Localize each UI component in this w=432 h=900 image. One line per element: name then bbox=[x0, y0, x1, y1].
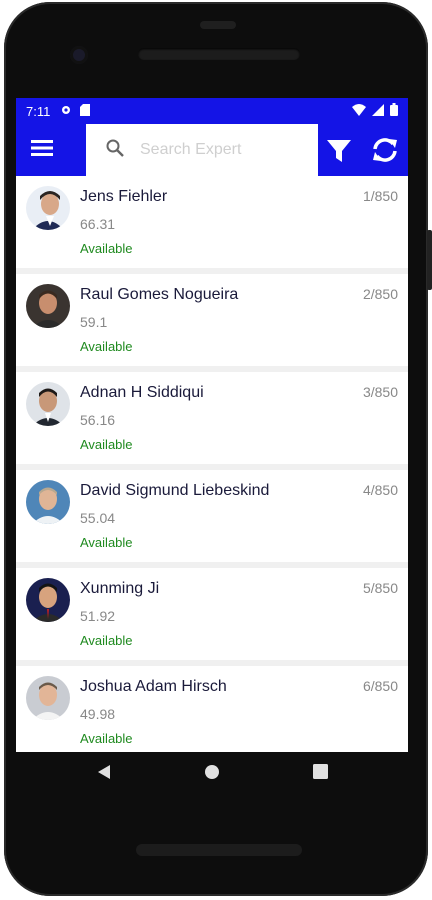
settings-gear-icon bbox=[60, 104, 72, 119]
expert-avatar bbox=[26, 186, 70, 230]
expert-rank: 3/850 bbox=[362, 384, 398, 400]
expert-status: Available bbox=[80, 731, 133, 746]
expert-avatar bbox=[26, 676, 70, 720]
refresh-button[interactable] bbox=[370, 135, 400, 165]
expert-score: 49.98 bbox=[80, 706, 116, 722]
expert-score: 66.31 bbox=[80, 216, 116, 232]
expert-avatar bbox=[26, 382, 70, 426]
expert-score: 55.04 bbox=[80, 510, 116, 526]
cell-signal-icon bbox=[372, 103, 384, 119]
status-time: 7:11 bbox=[26, 103, 51, 119]
recents-icon bbox=[312, 764, 328, 784]
expert-rank: 6/850 bbox=[362, 678, 398, 694]
expert-score: 56.16 bbox=[80, 412, 116, 428]
expert-name: Xunming Ji bbox=[80, 580, 160, 597]
expert-status: Available bbox=[80, 535, 133, 550]
expert-name: Joshua Adam Hirsch bbox=[80, 678, 227, 695]
expert-avatar bbox=[26, 578, 70, 622]
expert-name: Jens Fiehler bbox=[80, 188, 168, 205]
front-camera bbox=[70, 46, 88, 64]
expert-name: David Sigmund Liebeskind bbox=[80, 482, 270, 499]
expert-rank: 5/850 bbox=[362, 580, 398, 596]
expert-list-item[interactable]: Jens Fiehler 66.31 Available 1/850 bbox=[16, 176, 408, 268]
home-button[interactable] bbox=[158, 752, 266, 796]
recents-button[interactable] bbox=[266, 752, 374, 796]
menu-icon bbox=[31, 139, 53, 162]
expert-avatar bbox=[26, 480, 70, 524]
android-nav-bar bbox=[16, 752, 408, 796]
search-icon bbox=[106, 139, 124, 162]
power-button bbox=[427, 230, 432, 290]
expert-name: Adnan H Siddiqui bbox=[80, 384, 204, 401]
expert-list-item[interactable]: Joshua Adam Hirsch 49.98 Available 6/850 bbox=[16, 666, 408, 752]
expert-avatar bbox=[26, 284, 70, 328]
menu-button[interactable] bbox=[16, 124, 68, 176]
battery-icon bbox=[390, 103, 398, 119]
refresh-icon bbox=[370, 138, 400, 169]
expert-list-item[interactable]: Xunming Ji 51.92 Available 5/850 bbox=[16, 568, 408, 660]
filter-icon bbox=[324, 140, 354, 170]
bottom-speaker bbox=[136, 844, 302, 856]
expert-status: Available bbox=[80, 633, 133, 648]
top-speaker bbox=[138, 48, 300, 60]
sd-card-icon bbox=[80, 103, 91, 119]
expert-list-item[interactable]: Raul Gomes Nogueira 59.1 Available 2/850 bbox=[16, 274, 408, 366]
expert-list: Jens Fiehler 66.31 Available 1/850 Raul … bbox=[16, 176, 408, 752]
expert-status: Available bbox=[80, 437, 133, 452]
expert-score: 51.92 bbox=[80, 608, 116, 624]
expert-score: 59.1 bbox=[80, 314, 108, 330]
expert-list-item[interactable]: David Sigmund Liebeskind 55.04 Available… bbox=[16, 470, 408, 562]
expert-rank: 2/850 bbox=[362, 286, 398, 302]
back-icon bbox=[97, 764, 111, 785]
wifi-icon bbox=[352, 103, 366, 119]
expert-rank: 4/850 bbox=[362, 482, 398, 498]
status-bar: 7:11 bbox=[16, 98, 408, 124]
search-box[interactable] bbox=[86, 124, 318, 176]
search-input[interactable] bbox=[138, 140, 302, 160]
home-icon bbox=[204, 764, 220, 785]
app-screen: 7:11 Search Expert Jens Fiehler 66.31 Av… bbox=[16, 98, 408, 752]
back-button[interactable] bbox=[50, 752, 158, 796]
expert-rank: 1/850 bbox=[362, 188, 398, 204]
expert-status: Available bbox=[80, 339, 133, 354]
expert-list-item[interactable]: Adnan H Siddiqui 56.16 Available 3/850 bbox=[16, 372, 408, 464]
expert-name: Raul Gomes Nogueira bbox=[80, 286, 239, 303]
expert-status: Available bbox=[80, 241, 133, 256]
earpiece bbox=[200, 21, 236, 29]
app-bar bbox=[16, 124, 408, 176]
filter-button[interactable] bbox=[324, 136, 354, 166]
